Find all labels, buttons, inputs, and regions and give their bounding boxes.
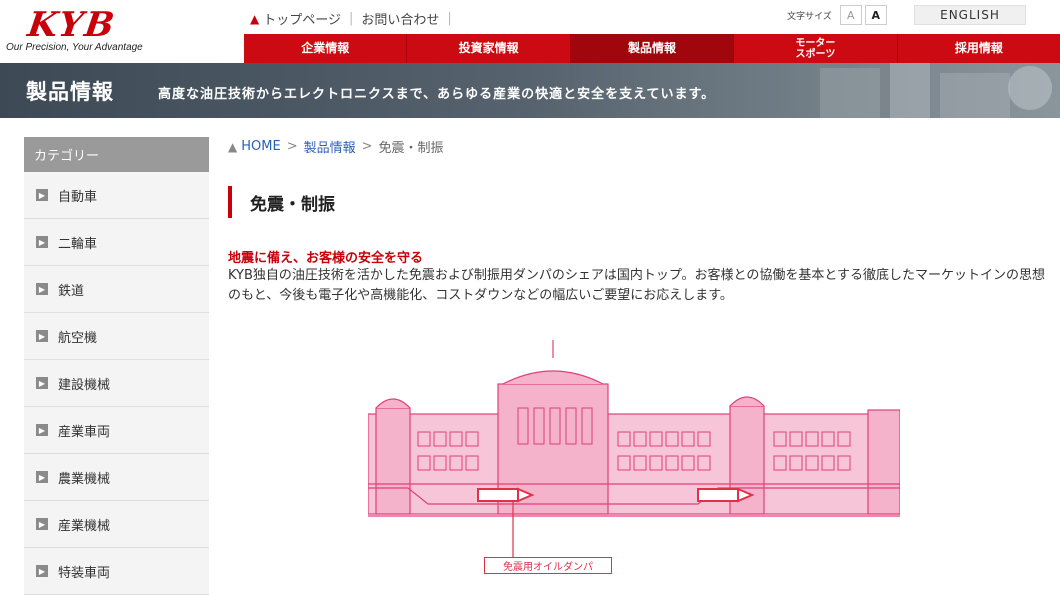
arrow-right-icon: ▶ — [36, 283, 48, 295]
breadcrumb-current: 免震・制振 — [378, 141, 444, 156]
building-damper-illustration — [368, 340, 900, 557]
separator: | — [447, 11, 452, 26]
font-size-switcher: 文字サイズ A A — [787, 5, 890, 25]
top-link-contact[interactable]: お問い合わせ — [361, 9, 439, 28]
nav-recruit[interactable]: 採用情報 — [898, 34, 1060, 63]
sidebar-item-industrial-vehicles[interactable]: ▶ 産業車両 — [24, 407, 209, 454]
arrow-right-icon: ▶ — [36, 518, 48, 530]
font-small-button[interactable]: A — [839, 5, 862, 25]
breadcrumb-products[interactable]: 製品情報 — [304, 137, 356, 156]
font-large-button[interactable]: A — [864, 5, 887, 25]
sidebar-item-label: 航空機 — [58, 330, 98, 346]
home-icon: ▲ — [250, 11, 260, 26]
sidebar-item-label: 建設機械 — [58, 377, 111, 393]
nav-motorsports[interactable]: モーター スポーツ — [734, 34, 898, 63]
banner-subtitle: 高度な油圧技術からエレクトロニクスまで、あらゆる産業の快適と安全を支えています。 — [158, 87, 716, 102]
global-nav: 企業情報 投資家情報 製品情報 モーター スポーツ 採用情報 — [244, 34, 1060, 63]
sidebar-item-railway[interactable]: ▶ 鉄道 — [24, 266, 209, 313]
arrow-right-icon: ▶ — [36, 424, 48, 436]
section-banner: 製品情報 高度な油圧技術からエレクトロニクスまで、あらゆる産業の快適と安全を支え… — [0, 63, 1060, 118]
sidebar-heading: カテゴリー — [24, 137, 209, 172]
sidebar-item-industrial-machinery[interactable]: ▶ 産業機械 — [24, 501, 209, 548]
logo-mark: KYB — [25, 5, 119, 45]
separator: | — [348, 11, 354, 26]
english-button[interactable]: ENGLISH — [914, 5, 1026, 25]
sidebar-item-label: 農業機械 — [58, 471, 111, 487]
sidebar-item-label: 特装車両 — [58, 565, 111, 581]
sidebar-item-label: 二輪車 — [58, 236, 98, 252]
illustration-label: 免震用オイルダンパ — [484, 557, 612, 574]
sidebar-item-label: 鉄道 — [58, 283, 85, 299]
arrow-right-icon: ▶ — [36, 471, 48, 483]
arrow-right-icon: ▶ — [36, 236, 48, 248]
sidebar-item-automobile[interactable]: ▶ 自動車 — [24, 172, 209, 219]
font-size-label: 文字サイズ — [787, 11, 832, 22]
sidebar-item-construction[interactable]: ▶ 建設機械 — [24, 360, 209, 407]
nav-corporate[interactable]: 企業情報 — [244, 34, 408, 63]
kyb-logo[interactable]: KYB Our Precision, Your Advantage — [6, 5, 178, 56]
sidebar-item-aircraft[interactable]: ▶ 航空機 — [24, 313, 209, 360]
nav-investors[interactable]: 投資家情報 — [407, 34, 571, 63]
sidebar-item-label: 産業機械 — [58, 518, 111, 534]
page-title: 免震・制振 — [228, 186, 335, 218]
sidebar-item-motorcycle[interactable]: ▶ 二輪車 — [24, 219, 209, 266]
breadcrumb: ▲ HOME > 製品情報 > 免震・制振 — [228, 137, 444, 156]
arrow-right-icon: ▶ — [36, 330, 48, 342]
sidebar-item-agricultural[interactable]: ▶ 農業機械 — [24, 454, 209, 501]
category-sidebar: カテゴリー ▶ 自動車 ▶ 二輪車 ▶ 鉄道 ▶ 航空機 ▶ 建設機械 ▶ 産業… — [24, 137, 209, 595]
lead-body: KYB独自の油圧技術を活かした免震および制振用ダンパのシェアは国内トップ。お客様… — [228, 268, 1046, 303]
nav-products[interactable]: 製品情報 — [570, 34, 735, 63]
sidebar-item-label: 産業車両 — [58, 424, 111, 440]
site-header: KYB Our Precision, Your Advantage ▲ トップペ… — [0, 0, 1060, 63]
lead-heading: 地震に備え、お客様の安全を守る — [228, 251, 424, 266]
home-icon: ▲ — [228, 139, 238, 154]
breadcrumb-separator: > — [361, 139, 373, 154]
arrow-right-icon: ▶ — [36, 565, 48, 577]
breadcrumb-home[interactable]: HOME — [241, 139, 280, 154]
arrow-right-icon: ▶ — [36, 377, 48, 389]
banner-title: 製品情報 — [26, 80, 114, 104]
banner-machine-graphic — [820, 63, 1052, 118]
arrow-right-icon: ▶ — [36, 189, 48, 201]
top-links: ▲ トップページ | お問い合わせ | — [250, 9, 460, 28]
top-link-home[interactable]: トップページ — [263, 9, 341, 28]
sidebar-item-special-vehicles[interactable]: ▶ 特装車両 — [24, 548, 209, 595]
breadcrumb-separator: > — [286, 139, 298, 154]
sidebar-item-label: 自動車 — [58, 189, 98, 205]
